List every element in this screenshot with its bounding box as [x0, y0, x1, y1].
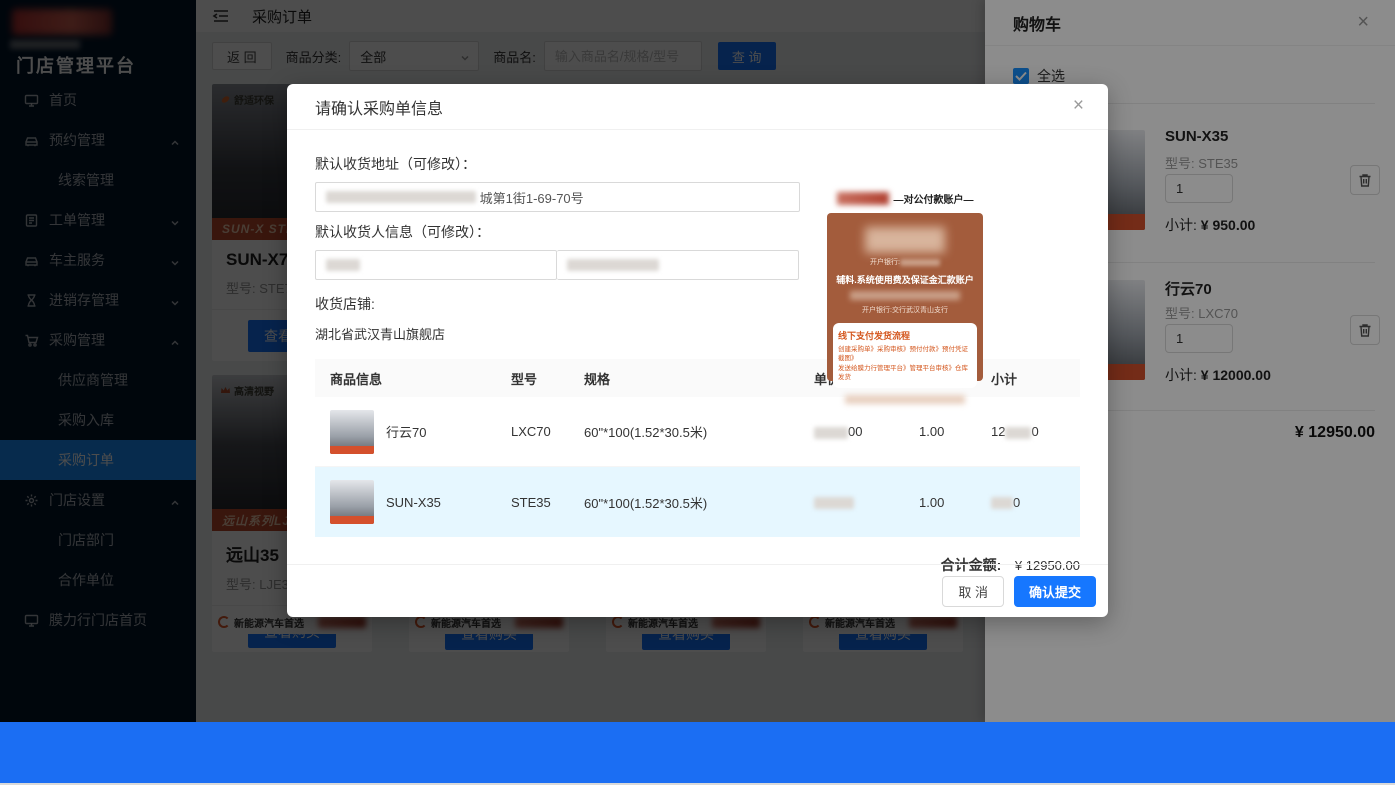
redacted-text: [326, 259, 360, 271]
table-row[interactable]: 行云70 LXC70 60"*100(1.52*30.5米) 00 1.00 1…: [315, 397, 1080, 467]
product-thumbnail: [330, 480, 374, 524]
row-unit-price: 00: [814, 424, 919, 439]
column-header: 规格: [584, 369, 814, 388]
poster-bank-line2: 开户银行:交行武汉青山支行: [833, 305, 977, 315]
redacted-text: [814, 497, 854, 509]
redacted-text: [991, 497, 1013, 509]
redacted-text: [567, 259, 659, 271]
poster-flow-box: 线下支付发货流程 创建采购单》采购审核》预付付款》预付凭证截图》 发送给膜力行管…: [833, 323, 977, 388]
address-visible-text: 城第1街1-69-70号: [480, 188, 584, 207]
poster-blur-block: [845, 395, 965, 404]
redacted-text: [900, 259, 940, 266]
confirm-order-modal: 请确认采购单信息 × —对公付款账户— 开户银行: 辅料.系统使用费及保证金汇款…: [287, 84, 1108, 617]
address-label: 默认收货地址（可修改）：: [315, 154, 1080, 174]
modal-body: —对公付款账户— 开户银行: 辅料.系统使用费及保证金汇款账户 开户银行:交行武…: [287, 130, 1108, 575]
product-thumbnail: [330, 410, 374, 454]
confirm-submit-button[interactable]: 确认提交: [1014, 576, 1096, 607]
redacted-text: [814, 427, 848, 439]
poster-blur-block: [850, 291, 960, 300]
modal-header: 请确认采购单信息 ×: [287, 84, 1108, 130]
redacted-text: [326, 191, 476, 203]
column-header: 小计: [991, 369, 1080, 388]
row-model: STE35: [511, 495, 584, 510]
modal-title: 请确认采购单信息: [315, 95, 443, 119]
poster-flow-line: 发送给膜力行管理平台》管理平台审核》仓库发货: [838, 364, 972, 382]
poster-account-title: 辅料.系统使用费及保证金汇款账户: [833, 273, 977, 286]
column-header: 商品信息: [315, 369, 511, 388]
row-unit-price: [814, 495, 919, 510]
row-spec: 60"*100(1.52*30.5米): [584, 422, 814, 441]
poster-logo: [837, 192, 889, 205]
column-header: 型号: [511, 369, 584, 388]
receiver-name-input[interactable]: [315, 250, 557, 280]
redacted-text: [1005, 427, 1031, 439]
poster-flow-line: 创建采购单》采购审核》预付付款》预付凭证截图》: [838, 345, 972, 363]
poster-card: 开户银行: 辅料.系统使用费及保证金汇款账户 开户银行:交行武汉青山支行 线下支…: [827, 213, 983, 381]
row-product-name: SUN-X35: [386, 495, 441, 510]
poster-header-text: —对公付款账户—: [894, 191, 974, 206]
row-qty: 1.00: [919, 495, 991, 510]
row-model: LXC70: [511, 424, 584, 439]
payment-account-poster: —对公付款账户— 开户银行: 辅料.系统使用费及保证金汇款账户 开户银行:交行武…: [825, 191, 985, 381]
cancel-button[interactable]: 取 消: [942, 576, 1004, 607]
poster-bank-line: 开户银行:: [870, 259, 900, 266]
row-qty: 1.00: [919, 424, 991, 439]
table-row-selected[interactable]: SUN-X35 STE35 60"*100(1.52*30.5米) 1.00 0: [315, 467, 1080, 537]
close-icon[interactable]: ×: [1073, 96, 1084, 115]
row-subtotal: 120: [991, 424, 1080, 439]
receiver-phone-input[interactable]: [557, 250, 799, 280]
address-input[interactable]: 城第1街1-69-70号: [315, 182, 800, 212]
row-subtotal: 0: [991, 495, 1080, 510]
row-spec: 60"*100(1.52*30.5米): [584, 493, 814, 512]
poster-blur-block: [865, 227, 945, 253]
bottom-blue-bar: [0, 722, 1395, 783]
poster-flow-title: 线下支付发货流程: [838, 329, 972, 342]
modal-footer: 取 消 确认提交: [287, 564, 1108, 617]
row-product-name: 行云70: [386, 422, 426, 441]
